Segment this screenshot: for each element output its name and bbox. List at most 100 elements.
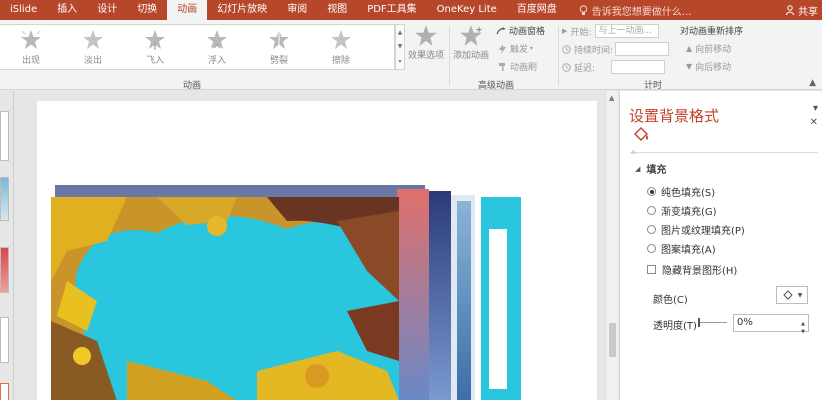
slide-thumbnail[interactable] <box>0 111 9 161</box>
transparency-stepper[interactable]: 0% ▲ ▼ <box>733 314 809 335</box>
group-label-animation: 动画 <box>183 81 202 91</box>
color-picker-button[interactable]: ▼ <box>776 286 808 304</box>
pane-title: 设置背景格式 <box>629 107 720 125</box>
group-label-timing: 计时 <box>644 81 663 91</box>
slide-thumbnail[interactable] <box>0 317 9 363</box>
slide-thumbnail[interactable] <box>0 247 9 293</box>
play-icon: ▶ <box>562 27 568 35</box>
start-label: 开始: <box>570 27 592 38</box>
tab-view[interactable]: 视图 <box>317 0 357 20</box>
star-options-icon <box>415 25 437 46</box>
color-label: 颜色(C) <box>653 295 688 306</box>
scrollbar-thumb[interactable] <box>609 323 616 357</box>
pane-options-icon[interactable]: ▾ <box>813 103 818 114</box>
gallery-item-split[interactable]: 劈裂 <box>248 25 310 69</box>
gallery-item-fade[interactable]: 淡出 <box>62 25 124 69</box>
tab-transitions[interactable]: 切换 <box>127 0 167 20</box>
collapse-ribbon-icon[interactable]: ▲ <box>809 78 816 88</box>
editor-vertical-scrollbar[interactable]: ▲ <box>605 91 618 400</box>
chevron-up-icon[interactable]: ▲ <box>398 29 403 36</box>
animation-gallery: 出现 淡出 飞入 浮入 劈裂 擦除 <box>0 24 395 70</box>
tab-animations[interactable]: 动画 <box>167 0 208 20</box>
step-down-icon[interactable]: ▼ <box>801 324 805 340</box>
duration-label: 持续时间: <box>574 45 614 56</box>
gallery-item-appear[interactable]: 出现 <box>0 25 62 69</box>
gallery-item-fly-in[interactable]: 飞入 <box>124 25 186 69</box>
gallery-item-wipe[interactable]: 擦除 <box>310 25 372 69</box>
tab-slideshow[interactable]: 幻灯片放映 <box>207 0 277 20</box>
move-earlier-label: 向前移动 <box>695 45 732 55</box>
move-earlier-button[interactable]: ▲ 向前移动 <box>686 42 731 55</box>
option-pattern-fill[interactable]: 图案填充(A) <box>647 241 716 256</box>
arrow-up-icon: ▲ <box>686 44 693 53</box>
slide-picture[interactable] <box>37 101 597 400</box>
divider <box>558 26 559 86</box>
tab-pdf-tools[interactable]: PDF工具集 <box>357 0 426 20</box>
animation-painter-button[interactable]: 动画刷 <box>498 60 537 73</box>
effect-options-button[interactable]: 效果选项 <box>408 24 444 61</box>
tab-onekey-lite[interactable]: OneKey Lite <box>427 0 507 20</box>
section-fill-header[interactable]: ◢ 填充 <box>635 161 667 177</box>
transparency-label: 透明度(T) <box>653 321 697 332</box>
option-label: 隐藏背景图形(H) <box>662 266 738 277</box>
delay-stepper[interactable] <box>611 60 666 74</box>
tab-review[interactable]: 审阅 <box>277 0 317 20</box>
transparency-slider[interactable] <box>698 318 727 327</box>
animation-pane-button[interactable]: 动画窗格 <box>496 24 545 37</box>
section-fill-label: 填充 <box>646 165 667 176</box>
arrow-down-icon: ▼ <box>686 62 693 71</box>
gallery-label: 飞入 <box>145 55 164 66</box>
radio-picture-fill[interactable] <box>647 225 656 234</box>
tab-insert[interactable]: 插入 <box>47 0 87 20</box>
chevron-down-icon[interactable]: ▼ <box>398 43 403 50</box>
more-icon[interactable]: ▾ <box>398 58 401 65</box>
tell-me-search[interactable]: 告诉我您想要做什么... <box>579 3 691 18</box>
checkbox-hide-background[interactable] <box>647 265 656 274</box>
add-animation-label: 添加动画 <box>453 51 490 61</box>
chevron-down-icon: ▾ <box>530 45 534 52</box>
option-hide-background[interactable]: 隐藏背景图形(H) <box>647 262 737 277</box>
add-animation-button[interactable]: + 添加动画 <box>453 24 489 61</box>
move-later-button[interactable]: ▼ 向后移动 <box>686 60 731 73</box>
option-label: 纯色填充(S) <box>661 188 716 199</box>
tab-islide[interactable]: iSlide <box>0 0 47 20</box>
duration-stepper[interactable] <box>615 42 670 56</box>
start-select[interactable]: 与上一动画... <box>595 24 660 38</box>
scroll-up-arrow-icon[interactable]: ▲ <box>609 94 614 102</box>
slide-thumbnail[interactable] <box>0 177 9 221</box>
tab-design[interactable]: 设计 <box>87 0 127 20</box>
paint-bucket-icon <box>782 290 793 300</box>
gallery-item-float-in[interactable]: 浮入 <box>186 25 248 69</box>
option-gradient-fill[interactable]: 渐变填充(G) <box>647 203 717 218</box>
slide-thumbnail-selected[interactable] <box>0 383 9 400</box>
radio-solid-fill[interactable] <box>647 187 656 196</box>
fill-tab[interactable] <box>632 125 650 146</box>
pane-divider: ▲ <box>630 148 818 155</box>
animation-pane-icon <box>496 26 506 34</box>
paint-bucket-icon <box>634 127 648 141</box>
slider-knob[interactable] <box>698 318 700 327</box>
effect-options-label: 效果选项 <box>408 51 445 61</box>
option-picture-fill[interactable]: 图片或纹理填充(P) <box>647 222 745 237</box>
radio-gradient-fill[interactable] <box>647 206 656 215</box>
option-label: 图片或纹理填充(P) <box>661 226 745 237</box>
trigger-button[interactable]: 触发 ▾ <box>498 42 533 55</box>
share-button[interactable]: 共享 <box>785 0 818 20</box>
collapse-triangle-icon: ◢ <box>635 164 641 173</box>
brush-icon <box>499 62 505 71</box>
radio-pattern-fill[interactable] <box>647 244 656 253</box>
ribbon-tab-bar: iSlide 插入 设计 切换 动画 幻灯片放映 审阅 视图 PDF工具集 On… <box>0 0 822 20</box>
slide-thumbnail-strip <box>0 91 14 400</box>
slide-canvas[interactable] <box>37 101 597 400</box>
close-icon[interactable]: ✕ <box>810 117 818 128</box>
option-solid-fill[interactable]: 纯色填充(S) <box>647 184 715 199</box>
ribbon-animations: 出现 淡出 飞入 浮入 劈裂 擦除 ▲ ▼ ▾ 效果选项 动画 + 添加动画 动… <box>0 20 822 91</box>
gallery-label: 擦除 <box>331 55 350 66</box>
tab-baidu-netdisk[interactable]: 百度网盘 <box>507 0 567 20</box>
gallery-scroll[interactable]: ▲ ▼ ▾ <box>395 24 405 70</box>
slide-editor-area <box>15 91 605 400</box>
star-fly-icon <box>145 29 165 50</box>
share-label: 共享 <box>798 6 818 18</box>
transparency-value: 0% <box>737 317 753 328</box>
reorder-title-text: 对动画重新排序 <box>680 27 744 37</box>
